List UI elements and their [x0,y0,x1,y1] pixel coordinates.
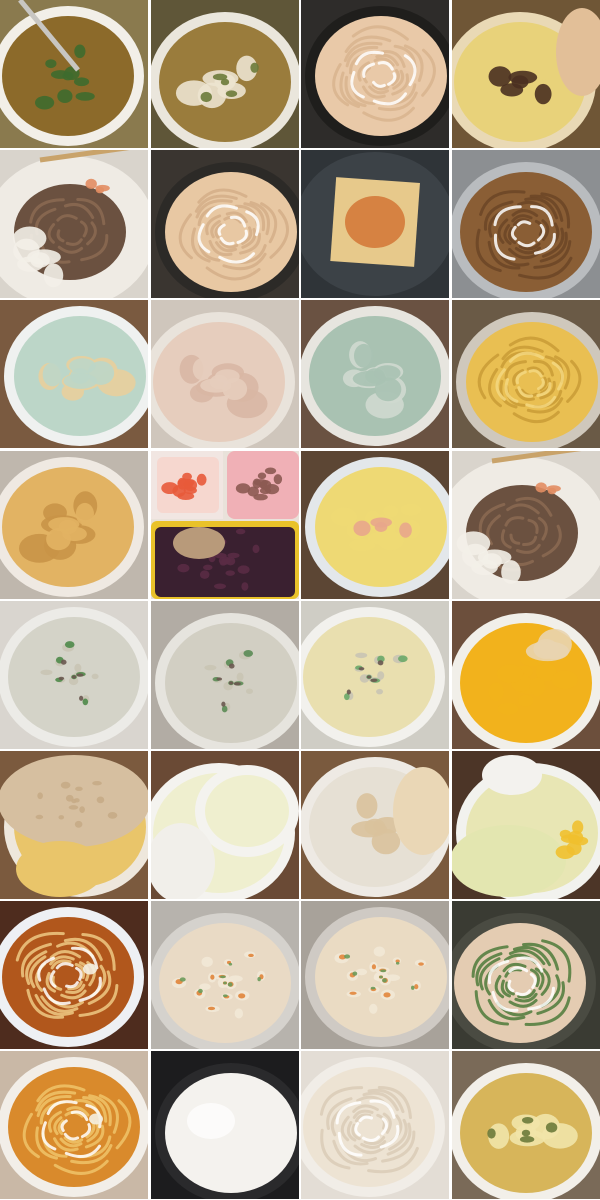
photo-thumbnail[interactable] [150,300,299,449]
food-photo-image [301,901,450,1050]
food-photo-image [451,150,600,299]
food-photo-image [0,300,148,449]
photo-grid [0,0,600,1200]
food-photo-image [150,750,299,899]
photo-thumbnail[interactable] [301,1051,450,1200]
food-photo-image [0,600,148,749]
food-photo-image [301,600,450,749]
photo-thumbnail[interactable] [451,1051,600,1200]
food-photo-image [301,1051,450,1200]
food-photo-image [0,150,148,299]
food-photo-image [0,750,148,899]
photo-thumbnail[interactable] [150,450,299,599]
photo-thumbnail[interactable] [0,600,148,749]
food-photo-image [150,300,299,449]
photo-thumbnail[interactable] [150,150,299,299]
food-photo-image [451,901,600,1050]
photo-thumbnail[interactable] [150,1051,299,1200]
photo-thumbnail[interactable] [150,600,299,749]
food-photo-image [0,1051,148,1200]
food-photo-image [301,450,450,599]
food-photo-image [0,901,148,1050]
photo-thumbnail[interactable] [301,300,450,449]
photo-thumbnail[interactable] [301,901,450,1050]
photo-thumbnail[interactable] [451,750,600,899]
photo-thumbnail[interactable] [0,150,148,299]
food-photo-image [301,0,450,148]
photo-thumbnail[interactable] [0,750,148,899]
photo-thumbnail[interactable] [451,150,600,299]
photo-thumbnail[interactable] [150,0,299,148]
food-photo-image [301,300,450,449]
photo-thumbnail[interactable] [0,901,148,1050]
food-photo-image [451,300,600,449]
photo-thumbnail[interactable] [301,600,450,749]
food-photo-image [0,0,148,148]
food-photo-image [150,1051,299,1200]
photo-thumbnail[interactable] [301,150,450,299]
photo-thumbnail[interactable] [451,901,600,1050]
food-photo-image [150,0,299,148]
photo-thumbnail[interactable] [0,0,148,148]
photo-thumbnail[interactable] [150,750,299,899]
food-photo-image [451,450,600,599]
food-photo-image [451,0,600,148]
food-photo-image [150,600,299,749]
food-photo-image [451,1051,600,1200]
photo-thumbnail[interactable] [0,1051,148,1200]
photo-thumbnail[interactable] [451,300,600,449]
photo-thumbnail[interactable] [451,600,600,749]
photo-thumbnail[interactable] [451,450,600,599]
food-photo-image [150,901,299,1050]
food-photo-image [301,150,450,299]
photo-thumbnail[interactable] [0,300,148,449]
photo-thumbnail[interactable] [0,450,148,599]
food-photo-image [150,450,299,599]
photo-thumbnail[interactable] [150,901,299,1050]
photo-thumbnail[interactable] [451,0,600,148]
food-photo-image [150,150,299,299]
photo-thumbnail[interactable] [301,750,450,899]
food-photo-image [301,750,450,899]
photo-thumbnail[interactable] [301,450,450,599]
food-photo-image [451,600,600,749]
photo-thumbnail[interactable] [301,0,450,148]
food-photo-image [0,450,148,599]
food-photo-image [451,750,600,899]
